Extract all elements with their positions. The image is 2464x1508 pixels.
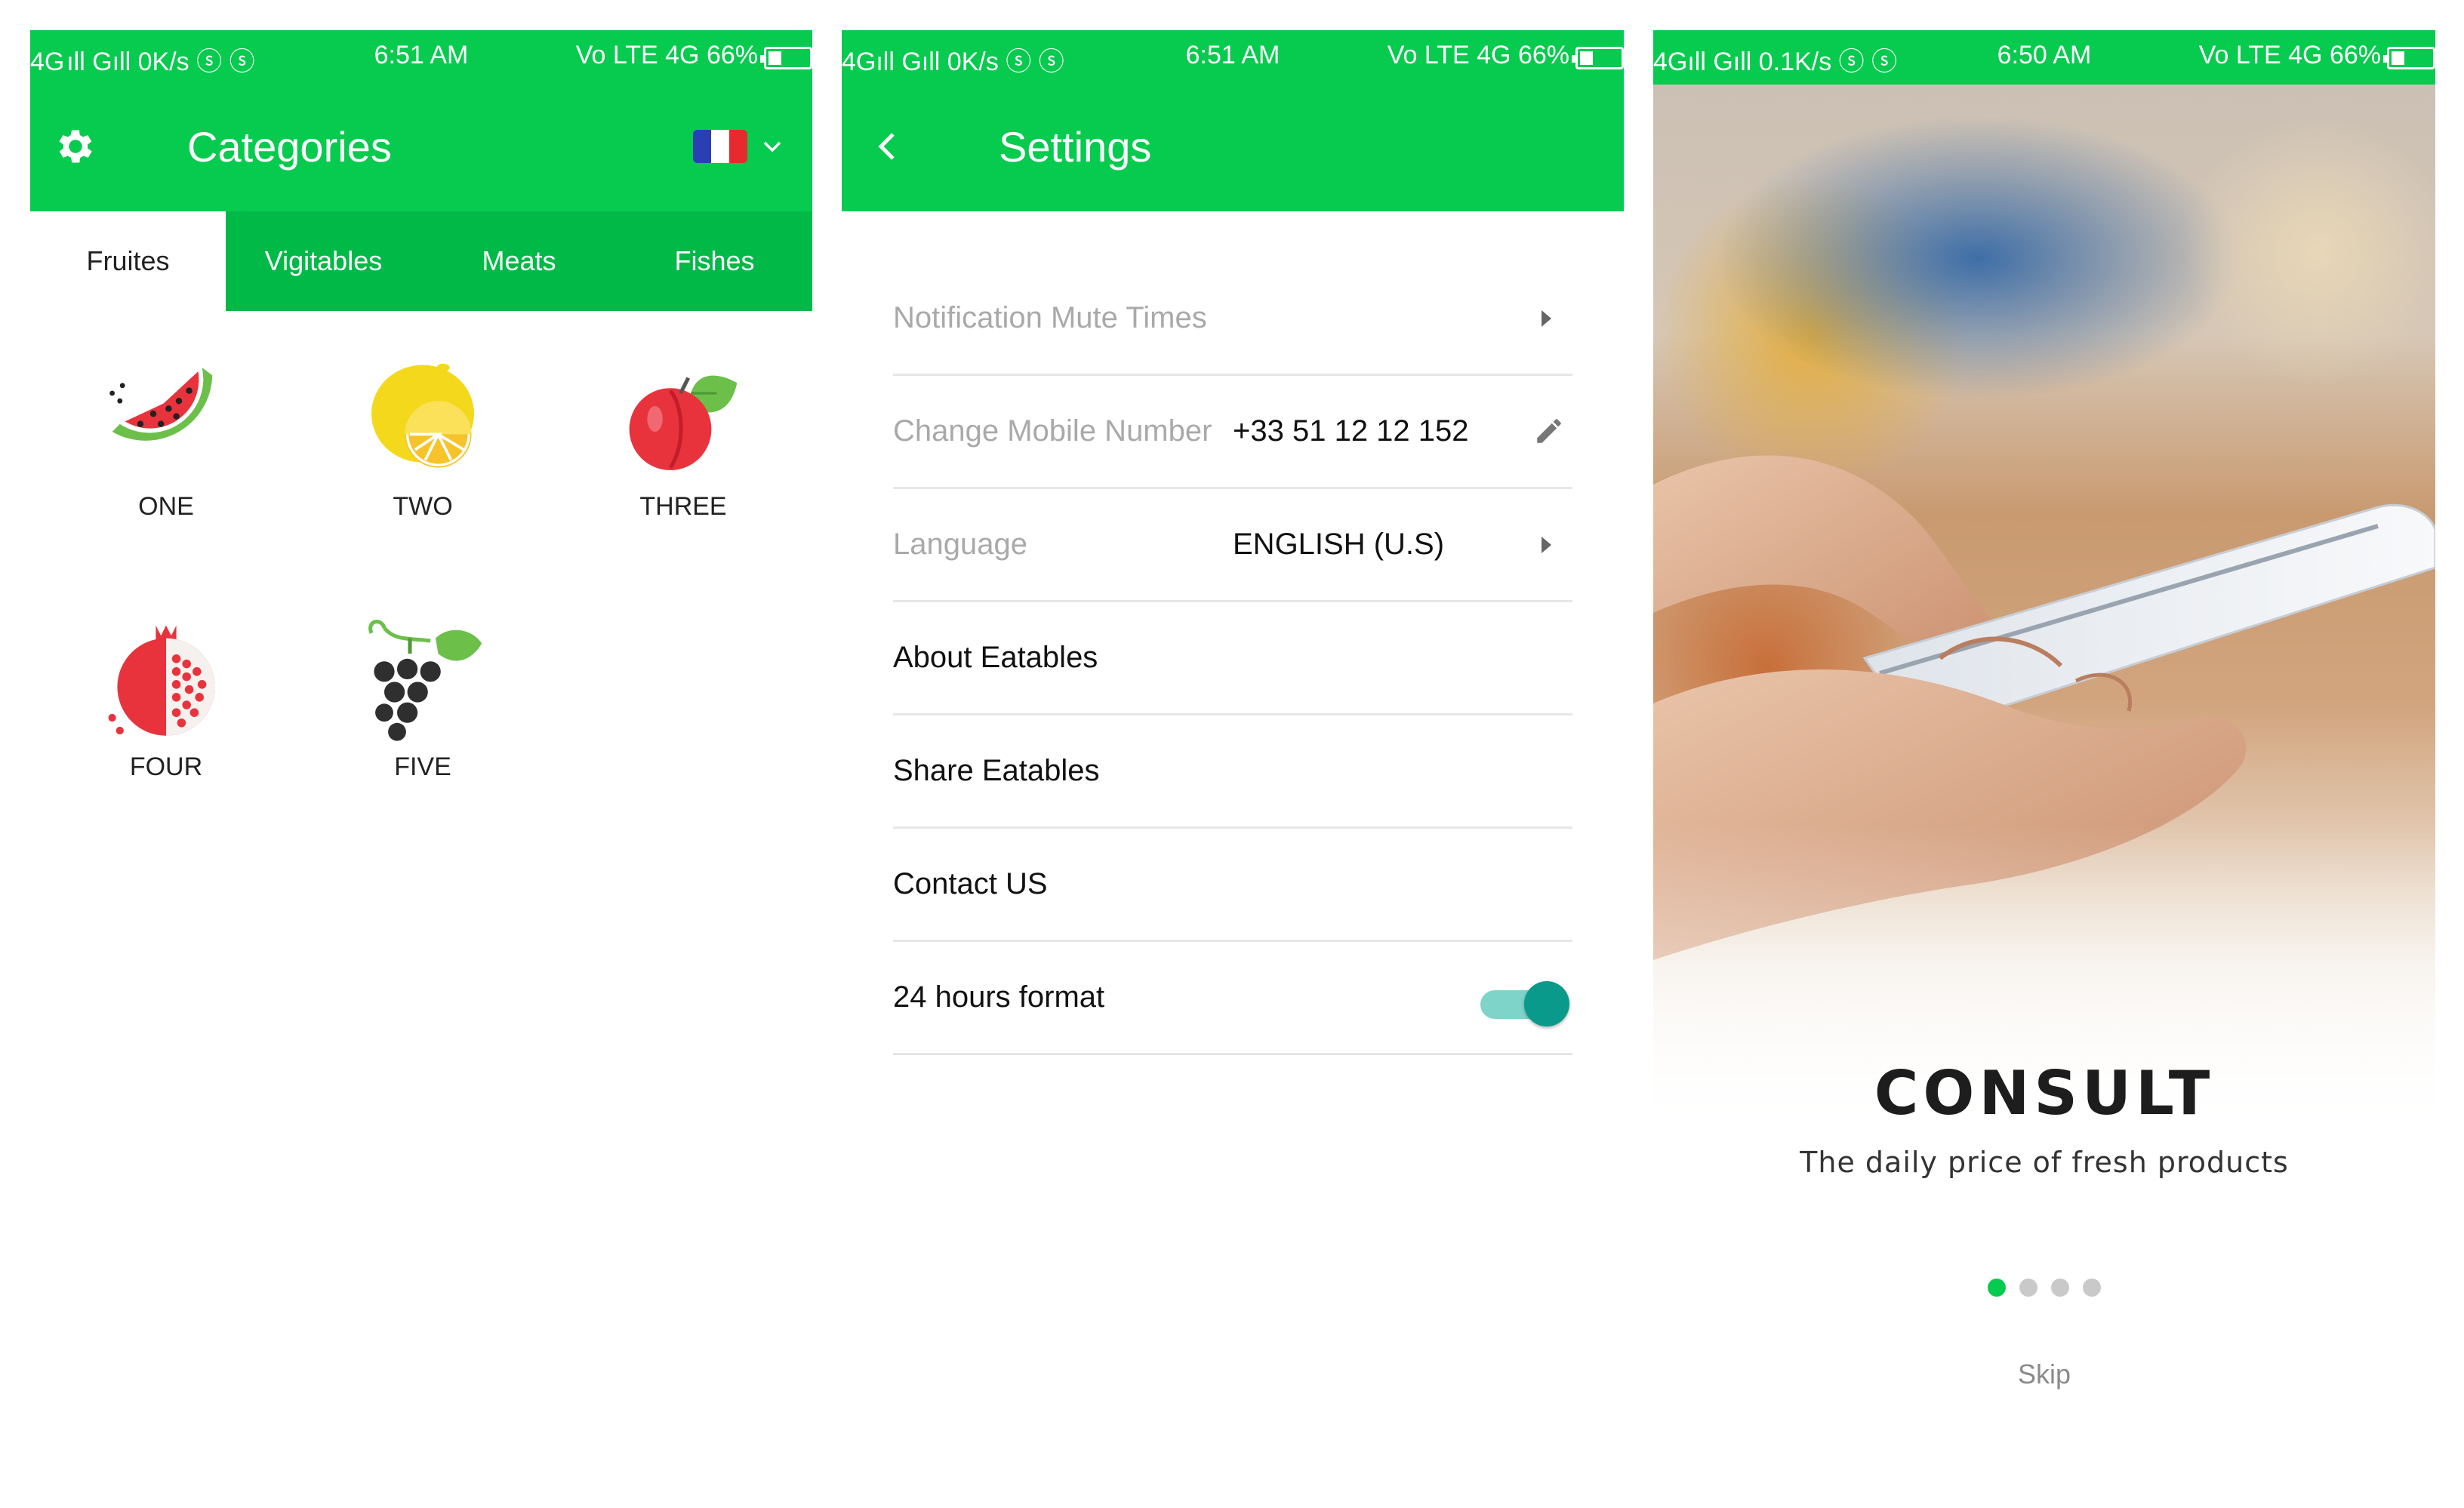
page-dot-4[interactable] xyxy=(2083,1279,2101,1297)
item-label: ONE xyxy=(138,492,194,521)
language-value: ENGLISH (U.S) xyxy=(1233,528,1445,561)
mobile-number-value: +33 51 12 12 152 xyxy=(1233,414,1469,448)
toggle-knob xyxy=(1524,981,1569,1026)
setting-notification-mute-times[interactable]: Notification Mute Times xyxy=(893,263,1572,376)
category-tabs: Fruites Vigitables Meats Fishes xyxy=(30,211,812,311)
france-flag-icon xyxy=(693,130,747,163)
chevron-right-icon xyxy=(1542,536,1551,553)
grid-item-two[interactable]: TWO xyxy=(287,355,559,522)
status-bar: 4G ıll Gıll 0K/s ⓢ ⓢ 6:51 AM Vo LTE 4G 6… xyxy=(30,30,812,85)
settings-list: Notification Mute Times Change Mobile Nu… xyxy=(893,263,1572,1055)
setting-label: About Eatables xyxy=(893,641,1098,674)
lemon-icon xyxy=(371,363,474,468)
tab-meats[interactable]: Meats xyxy=(421,211,617,311)
back-arrow-icon[interactable] xyxy=(864,124,910,169)
onboarding-screen: 4Gıll Gıll 0.1K/s ⓢ ⓢ 6:50 AM Vo LTE 4G … xyxy=(1653,30,2435,1449)
hero-image xyxy=(1653,85,2435,1217)
page-title: Settings xyxy=(999,123,1152,171)
chevron-right-icon xyxy=(1542,309,1551,327)
tab-fruites[interactable]: Fruites xyxy=(30,211,226,311)
tab-fishes[interactable]: Fishes xyxy=(617,211,812,311)
battery-icon xyxy=(1572,47,1624,69)
gear-icon[interactable] xyxy=(53,124,98,169)
page-title: Categories xyxy=(187,123,392,171)
edit-pencil-icon[interactable] xyxy=(1533,415,1565,447)
setting-label: Language xyxy=(893,528,1027,561)
item-label: FIVE xyxy=(394,752,451,781)
grid-item-one[interactable]: ONE xyxy=(30,355,302,522)
tab-vegitables[interactable]: Vigitables xyxy=(226,211,421,311)
setting-label: 24 hours format xyxy=(893,980,1105,1014)
setting-language[interactable]: Language ENGLISH (U.S) xyxy=(893,489,1572,602)
item-label: THREE xyxy=(639,492,727,521)
setting-change-mobile-number[interactable]: Change Mobile Number +33 51 12 12 152 xyxy=(893,376,1572,489)
chevron-down-icon xyxy=(763,141,781,152)
grid-item-three[interactable]: THREE xyxy=(547,355,812,522)
page-indicator xyxy=(1653,1279,2435,1297)
setting-label: Contact US xyxy=(893,867,1048,900)
setting-label: Notification Mute Times xyxy=(893,301,1207,334)
skip-button[interactable]: Skip xyxy=(1653,1359,2435,1390)
page-dot-3[interactable] xyxy=(2051,1279,2069,1297)
watermelon-icon xyxy=(109,368,213,441)
status-bar: 4Gıll Gıll 0.1K/s ⓢ ⓢ 6:50 AM Vo LTE 4G … xyxy=(1653,30,2435,85)
grid-item-five[interactable]: FIVE xyxy=(287,615,559,782)
status-network: Vo LTE 4G 66% xyxy=(575,41,758,69)
onboarding-heading: CONSULT xyxy=(1874,1058,2215,1128)
24-hours-toggle[interactable] xyxy=(1479,977,1569,1026)
app-bar: Settings xyxy=(842,85,1624,211)
status-bar: 4Gıll Gıll 0K/s ⓢ ⓢ 6:51 AM Vo LTE 4G 66… xyxy=(842,30,1624,85)
status-network: Vo LTE 4G 66% xyxy=(2198,41,2381,69)
pomegranate-icon xyxy=(108,625,215,736)
status-network: Vo LTE 4G 66% xyxy=(1387,41,1569,69)
item-label: TWO xyxy=(393,492,453,521)
battery-icon xyxy=(760,47,812,69)
setting-contact-us[interactable]: Contact US xyxy=(893,829,1572,942)
settings-screen: 4Gıll Gıll 0K/s ⓢ ⓢ 6:51 AM Vo LTE 4G 66… xyxy=(842,30,1624,1449)
setting-about-eatables[interactable]: About Eatables xyxy=(893,602,1572,716)
onboarding-tagline: The daily price of fresh products xyxy=(1800,1146,2289,1179)
page-dot-1[interactable] xyxy=(1988,1279,2006,1297)
plum-icon xyxy=(629,375,738,470)
setting-24-hours-format: 24 hours format xyxy=(893,942,1572,1055)
categories-screen: 4G ıll Gıll 0K/s ⓢ ⓢ 6:51 AM Vo LTE 4G 6… xyxy=(30,30,812,1449)
language-selector[interactable] xyxy=(693,130,782,163)
page-dot-2[interactable] xyxy=(2019,1279,2037,1297)
app-bar: Categories xyxy=(30,85,812,211)
battery-icon xyxy=(2383,47,2435,69)
grid-item-four[interactable]: FOUR xyxy=(30,615,302,782)
item-label: FOUR xyxy=(129,752,203,781)
setting-label: Change Mobile Number xyxy=(893,414,1212,448)
grapes-icon xyxy=(368,620,482,741)
setting-label: Share Eatables xyxy=(893,754,1100,787)
setting-share-eatables[interactable]: Share Eatables xyxy=(893,716,1572,829)
